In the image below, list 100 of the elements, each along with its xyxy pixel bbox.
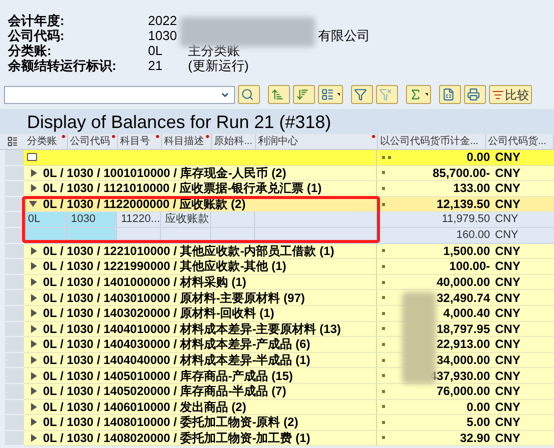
layout-button[interactable]: [318, 85, 343, 104]
amount: 160.00: [456, 228, 490, 244]
column-header[interactable]: 科目描述: [162, 134, 212, 149]
expand-icon[interactable]: [31, 434, 37, 442]
marker-icon: [382, 327, 385, 330]
dropdown-arrow-icon: [337, 93, 340, 96]
currency: CNY: [494, 337, 520, 352]
amount: 100.00-: [449, 258, 490, 276]
currency: CNY: [494, 352, 520, 368]
group-row[interactable]: 0L / 1030 / 1121010000 / 应收票据-银行承兑汇票 (1) 133.00 CNY: [24, 181, 554, 197]
field-label: 会计年度:: [8, 12, 66, 29]
amount: 32,490.74: [436, 290, 490, 307]
group-label: 0L / 1030 / 1408010000 / 委托加工物资-原料 (2): [43, 414, 298, 432]
currency: CNY: [494, 290, 520, 305]
marker-icon: [382, 374, 385, 378]
total-icon: [27, 153, 37, 162]
group-label: 0L / 1030 / 1404040000 / 材料成本差异-半成品 (1): [43, 352, 310, 370]
column-header[interactable]: 公司代码货...: [486, 134, 554, 149]
currency: CNY: [494, 384, 520, 398]
amount: 32.90: [460, 430, 490, 447]
spreadsheet-icon: [442, 88, 455, 101]
details-button[interactable]: [238, 85, 260, 104]
currency: CNY: [494, 400, 520, 414]
currency: CNY: [494, 306, 520, 321]
total-amount: 0.00: [466, 149, 490, 166]
group-row[interactable]: 0L / 1030 / 1405010000 / 库存商品-产成品 (15) 437,930.00 CNY: [24, 368, 554, 384]
group-row[interactable]: 0L / 1030 / 1404030000 / 材料成本差异-产成品 (6) 22,913.00 CNY: [24, 337, 554, 353]
export-button[interactable]: [439, 85, 461, 104]
amount: 5.00: [466, 414, 490, 432]
field-text: 主分类账: [188, 42, 240, 59]
sum-button[interactable]: [406, 85, 431, 104]
print-icon: [467, 88, 480, 101]
marker-icon: [382, 436, 385, 440]
layout-icon: [321, 88, 334, 101]
column-header[interactable]: 科目号: [118, 134, 162, 149]
sum-icon: [409, 88, 422, 101]
group-row[interactable]: 0L / 1030 / 1221990000 / 其他应收款-其他 (1) 100.00- CNY: [24, 259, 554, 275]
marker-icon: [382, 280, 385, 284]
group-label: 0L / 1030 / 1221010000 / 其他应收款-内部员工借款 (1): [43, 242, 334, 260]
amount: 4,000.40: [443, 305, 490, 322]
column-header[interactable]: 原始科...: [212, 134, 256, 149]
filter-icon: [354, 88, 367, 101]
delete-filter-button[interactable]: [376, 85, 398, 104]
group-row[interactable]: 0L / 1030 / 1401000000 / 材料采购 (1) 40,000.00 CNY: [24, 274, 554, 290]
marker-icon: [382, 202, 385, 206]
total-marker-icon: [382, 156, 391, 159]
group-label: 0L / 1030 / 1403010000 / 原材料-主要原材料 (97): [43, 290, 305, 306]
group-row[interactable]: 0L / 1030 / 1403010000 / 原材料-主要原材料 (97) 32,490.74 CNY: [24, 290, 554, 306]
column-header[interactable]: 利润中心: [256, 134, 378, 149]
group-row[interactable]: 0L / 1030 / 1408010000 / 委托加工物资-原料 (2) 5.00 CNY: [24, 415, 554, 431]
group-row[interactable]: 0L / 1030 / 1408020000 / 委托加工物资-加工费 (1) 32.90 CNY: [24, 430, 554, 446]
group-label: 0L / 1030 / 1404030000 / 材料成本差异-产成品 (6): [43, 336, 310, 354]
column-header[interactable]: 公司代码: [68, 134, 118, 149]
currency: CNY: [494, 274, 520, 290]
group-label: 0L / 1030 / 1001010000 / 库存现金-人民币 (2): [43, 164, 286, 182]
marker-icon: [382, 296, 385, 300]
amount: 76,000.00: [436, 383, 490, 400]
currency: CNY: [494, 166, 520, 180]
group-label: 0L / 1030 / 1403020000 / 原材料-回收料 (1): [43, 305, 274, 322]
group-label: 0L / 1030 / 1408020000 / 委托加工物资-加工费 (1): [43, 430, 310, 447]
currency: CNY: [494, 181, 520, 196]
marker-icon: [382, 420, 385, 424]
sort-descending-icon: [296, 88, 309, 101]
table-cell: 1030: [67, 212, 117, 227]
group-row[interactable]: 0L / 1030 / 1221010000 / 其他应收款-内部员工借款 (1) 1,500.00 CNY: [24, 244, 554, 260]
marker-icon: [382, 312, 385, 315]
group-row[interactable]: 0L / 1030 / 1001010000 / 库存现金-人民币 (2) 85,700.00- CNY: [24, 166, 554, 182]
group-row[interactable]: 0L / 1030 / 1406010000 / 发出商品 (2) 0.00 CNY: [24, 400, 554, 416]
field-label: 余额结转运行标识:: [8, 57, 118, 75]
amount: 11,979.50: [442, 212, 490, 228]
table-settings-icon[interactable]: [7, 136, 18, 147]
layout-select[interactable]: [4, 86, 235, 104]
amount: 22,913.00: [436, 336, 490, 354]
marker-icon: [382, 342, 385, 346]
column-header[interactable]: 分类账: [25, 134, 68, 149]
group-label: 0L / 1030 / 1405020000 / 库存商品-半成品 (7): [43, 383, 286, 400]
print-button[interactable]: [464, 85, 486, 104]
compare-button[interactable]: 比较: [489, 85, 532, 104]
compare-icon: [492, 88, 504, 100]
marker-icon: [382, 390, 385, 393]
group-row[interactable]: 0L / 1030 / 1405020000 / 库存商品-半成品 (7) 76,000.00 CNY: [24, 384, 554, 400]
group-label: 0L / 1030 / 1404010000 / 材料成本差异-主要原材料 (13): [43, 320, 341, 338]
currency: CNY: [494, 228, 518, 243]
expand-icon[interactable]: [31, 184, 37, 192]
amount: 1,500.00: [443, 242, 490, 260]
currency: CNY: [494, 212, 518, 227]
field-text: 有限公司: [318, 26, 370, 45]
currency: CNY: [494, 430, 520, 446]
filter-button[interactable]: [351, 85, 373, 104]
sort-ascending-button[interactable]: [268, 85, 290, 104]
dropdown-arrow-icon: [425, 93, 428, 96]
report-title: Display of Balances for Run 21 (#318): [27, 112, 332, 130]
marker-icon: [382, 186, 385, 190]
amount: 437,930.00: [430, 368, 490, 385]
currency: CNY: [494, 259, 520, 274]
table-cell: 应收账款: [161, 212, 211, 227]
amount: 133.00: [453, 180, 490, 198]
sort-descending-button[interactable]: [293, 85, 315, 104]
amount: 85,700.00-: [432, 164, 490, 182]
column-header[interactable]: 以公司代码货币计金...: [378, 134, 486, 149]
